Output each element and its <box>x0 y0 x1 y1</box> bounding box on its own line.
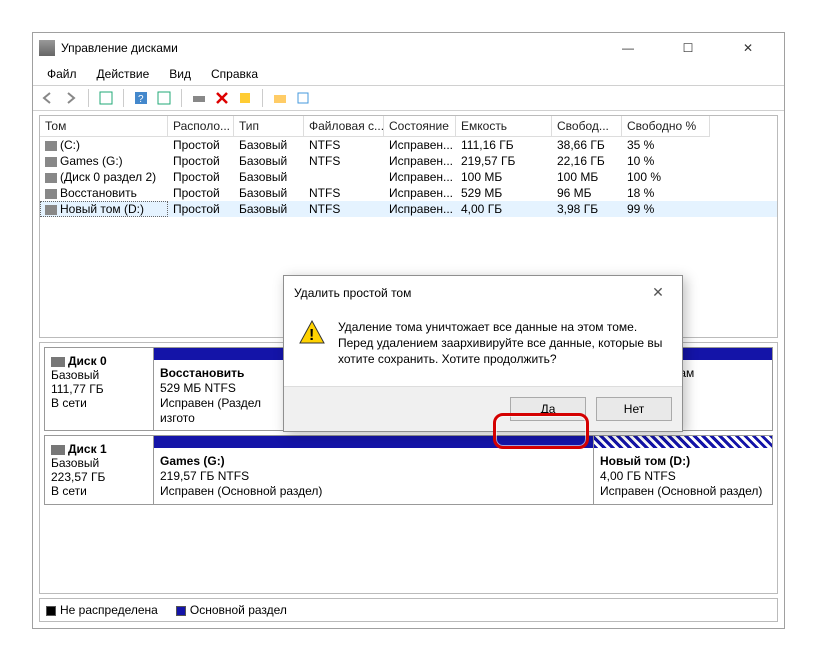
disk-info[interactable]: Диск 0Базовый111,77 ГБВ сети <box>44 348 154 431</box>
table-row[interactable]: (C:)ПростойБазовыйNTFSИсправен...111,16 … <box>40 137 777 153</box>
disk-icon[interactable] <box>190 89 208 107</box>
table-row[interactable]: ВосстановитьПростойБазовыйNTFSИсправен..… <box>40 185 777 201</box>
titlebar: Управление дисками — ☐ ✕ <box>33 33 784 63</box>
minimize-button[interactable]: — <box>608 37 648 59</box>
partition[interactable]: Games (G:)219,57 ГБ NTFSИсправен (Основн… <box>154 436 594 504</box>
col-volume[interactable]: Том <box>40 116 168 137</box>
col-layout[interactable]: Располо... <box>168 116 234 137</box>
table-row[interactable]: (Диск 0 раздел 2)ПростойБазовыйИсправен.… <box>40 169 777 185</box>
table-header: Том Располо... Тип Файловая с... Состоян… <box>40 116 777 137</box>
app-icon <box>39 40 55 56</box>
col-freepct[interactable]: Свободно % <box>622 116 710 137</box>
col-type[interactable]: Тип <box>234 116 304 137</box>
table-view-icon[interactable] <box>97 89 115 107</box>
svg-text:?: ? <box>138 94 144 105</box>
table-row[interactable]: Новый том (D:)ПростойБазовыйNTFSИсправен… <box>40 201 777 217</box>
back-icon[interactable] <box>39 89 57 107</box>
legend: Не распределена Основной раздел <box>39 598 778 622</box>
refresh-icon[interactable] <box>155 89 173 107</box>
dialog-titlebar: Удалить простой том ✕ <box>284 276 682 309</box>
window-title: Управление дисками <box>61 41 608 55</box>
menubar: Файл Действие Вид Справка <box>33 63 784 85</box>
delete-icon[interactable] <box>213 89 231 107</box>
dialog-message: Удаление тома уничтожает все данные на э… <box>338 319 668 368</box>
menu-help[interactable]: Справка <box>203 65 266 83</box>
yes-button[interactable]: Да <box>510 397 586 421</box>
action-icon[interactable] <box>236 89 254 107</box>
legend-unallocated: Не распределена <box>46 603 158 617</box>
col-free[interactable]: Свобод... <box>552 116 622 137</box>
table-row[interactable]: Games (G:)ПростойБазовыйNTFSИсправен...2… <box>40 153 777 169</box>
legend-primary: Основной раздел <box>176 603 287 617</box>
disk-info[interactable]: Диск 1Базовый223,57 ГБВ сети <box>44 436 154 505</box>
dialog-title: Удалить простой том <box>294 286 644 300</box>
disk-row: Диск 1Базовый223,57 ГБВ сетиGames (G:)21… <box>44 435 773 505</box>
no-button[interactable]: Нет <box>596 397 672 421</box>
delete-volume-dialog: Удалить простой том ✕ ! Удаление тома ун… <box>283 275 683 432</box>
partition[interactable]: Восстановить529 МБ NTFSИсправен (Раздел … <box>154 348 284 430</box>
maximize-button[interactable]: ☐ <box>668 37 708 59</box>
dialog-buttons: Да Нет <box>284 386 682 431</box>
folder-icon[interactable] <box>271 89 289 107</box>
warning-icon: ! <box>298 319 326 347</box>
close-button[interactable]: ✕ <box>728 37 768 59</box>
col-filesystem[interactable]: Файловая с... <box>304 116 384 137</box>
col-capacity[interactable]: Емкость <box>456 116 552 137</box>
svg-text:!: ! <box>309 327 314 344</box>
dialog-close-button[interactable]: ✕ <box>644 284 672 301</box>
partition[interactable]: Новый том (D:)4,00 ГБ NTFSИсправен (Осно… <box>594 436 772 504</box>
menu-action[interactable]: Действие <box>89 65 158 83</box>
help-icon[interactable]: ? <box>132 89 150 107</box>
forward-icon[interactable] <box>62 89 80 107</box>
properties-icon[interactable] <box>294 89 312 107</box>
menu-file[interactable]: Файл <box>39 65 85 83</box>
menu-view[interactable]: Вид <box>161 65 199 83</box>
col-status[interactable]: Состояние <box>384 116 456 137</box>
toolbar: ? <box>33 85 784 111</box>
